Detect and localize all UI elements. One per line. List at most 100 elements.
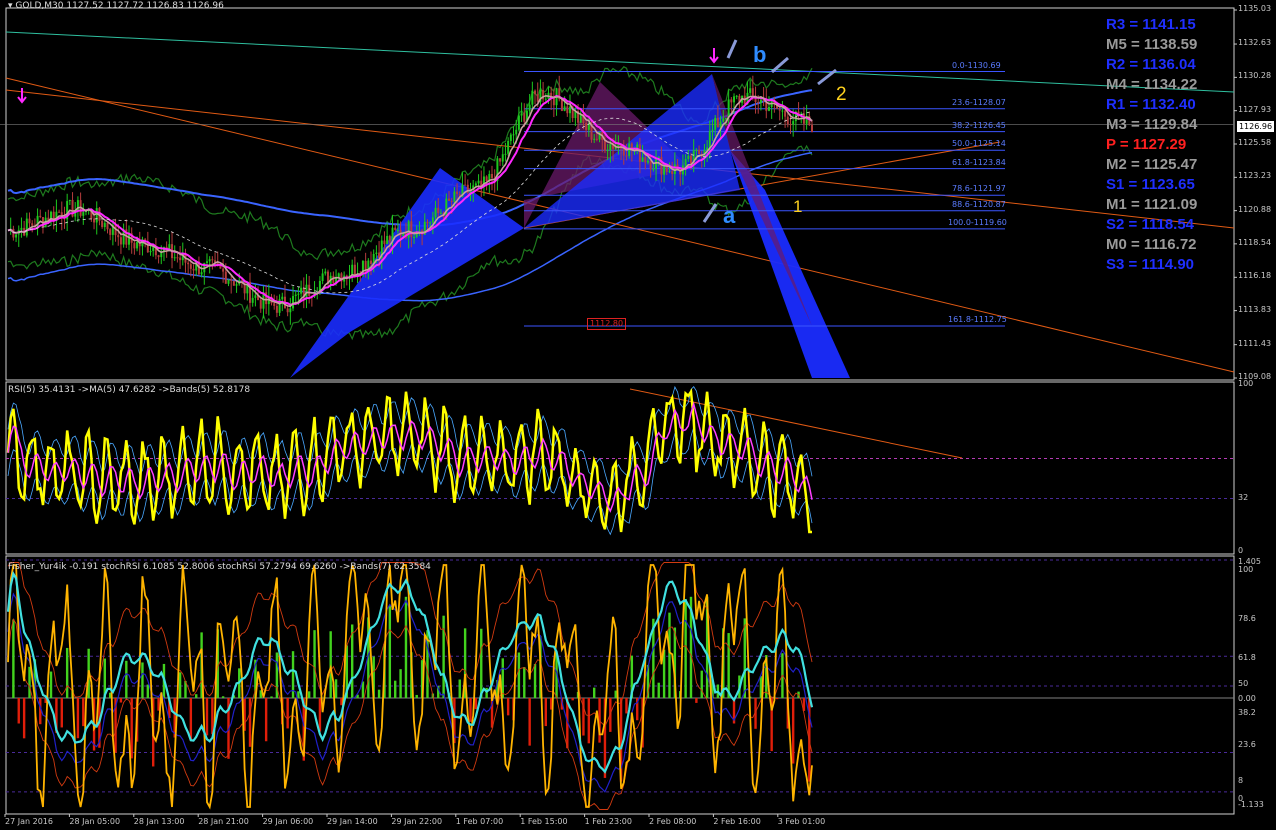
price-tick-label: 1123.23	[1238, 171, 1272, 181]
fisher-histogram-bar	[318, 698, 322, 732]
candle-body	[25, 218, 28, 236]
fisher-histogram-bar	[528, 698, 531, 746]
fisher-histogram-bar	[592, 687, 596, 698]
candle-body	[386, 235, 389, 245]
fisher-tick-label: 38.2	[1238, 708, 1256, 717]
fisher-histogram-bar	[211, 698, 214, 735]
fisher-histogram-bar	[571, 698, 574, 701]
fisher-histogram-bar	[743, 618, 746, 698]
fisher-histogram-bar	[404, 596, 408, 698]
candle-body	[778, 108, 781, 111]
symbol-label: GOLD,M30	[15, 1, 64, 11]
candle-body	[811, 124, 813, 133]
candle-body	[375, 252, 378, 254]
candle-body	[168, 244, 171, 249]
fib-label-3: 50.0-1125.14	[952, 139, 1006, 149]
fisher-histogram-bar	[65, 647, 69, 698]
candle-body	[176, 257, 179, 259]
candle-body	[523, 113, 526, 122]
candle-body	[109, 229, 112, 235]
fisher-histogram-bar	[334, 679, 338, 698]
candle-body	[544, 98, 547, 100]
candle-body	[205, 261, 208, 263]
candle-body	[383, 240, 386, 245]
fisher-histogram-bar	[22, 698, 26, 739]
candle-body	[426, 221, 429, 224]
dropdown-triangle-icon[interactable]: ▾	[8, 1, 13, 11]
rsi-band-lower	[7, 425, 813, 536]
candle-body	[671, 171, 674, 175]
fisher-histogram-bar	[264, 698, 268, 742]
time-tick-label: 29 Jan 14:00	[327, 817, 378, 826]
candle-body	[517, 115, 520, 130]
candle-body	[695, 149, 698, 151]
wave-arrow-icon	[726, 39, 738, 59]
candle-body	[211, 259, 214, 261]
fisher-histogram-bar	[313, 630, 316, 698]
wave-arrow-icon	[702, 203, 718, 223]
fisher-histogram-bar	[146, 684, 150, 698]
candle-body	[698, 149, 701, 155]
candle-body	[208, 259, 211, 262]
price-tick-label: 1120.88	[1238, 204, 1272, 214]
pivot-label: M3 = 1129.84	[1106, 116, 1198, 133]
candle-body	[593, 138, 596, 140]
price-tick-label: 1113.83	[1238, 304, 1272, 314]
fisher-histogram-bar	[394, 680, 397, 698]
rsi-tick-label: 32	[1238, 492, 1249, 502]
candle-body	[531, 90, 534, 105]
fisher-histogram-bar	[189, 698, 193, 741]
pivot-label: M2 = 1125.47	[1106, 156, 1198, 173]
candle-body	[28, 218, 31, 224]
candle-body	[192, 268, 195, 271]
fisher-histogram-bar	[307, 691, 311, 698]
fisher-histogram-bar	[614, 690, 617, 698]
candle-body	[152, 247, 155, 251]
fib-label-4: 61.8-1123.84	[952, 157, 1006, 167]
candle-body	[437, 207, 440, 214]
candle-body	[136, 241, 139, 249]
price-tick-label: 1132.63	[1238, 38, 1272, 48]
fib-label-8: 161.8-1112.75	[948, 314, 1007, 324]
fisher-histogram-bar	[684, 599, 687, 698]
candle-body	[644, 157, 647, 163]
fisher-tick-label: -1.133	[1238, 800, 1264, 809]
fib-label-0: 0.0-1130.69	[952, 60, 1001, 70]
candle-body	[786, 116, 789, 125]
time-tick-label: 1 Feb 23:00	[584, 817, 632, 826]
fisher-histogram-bar	[82, 698, 85, 727]
candle-body	[638, 144, 641, 162]
price-tick-label: 1127.93	[1238, 104, 1272, 114]
time-tick-label: 28 Jan 13:00	[133, 817, 185, 826]
candle-body	[759, 99, 762, 103]
candle-body	[566, 106, 569, 114]
candle-body	[95, 208, 98, 223]
pivot-label: M0 = 1116.72	[1106, 236, 1197, 253]
candle-body	[20, 227, 23, 230]
candle-body	[289, 308, 292, 313]
wave-label-1: 1	[793, 197, 803, 216]
candle-body	[133, 242, 136, 249]
fisher-histogram-bar	[248, 698, 252, 747]
candle-body	[464, 184, 467, 186]
time-tick-label: 27 Jan 2016	[5, 817, 53, 826]
candle-body	[520, 113, 523, 116]
candle-body	[552, 97, 555, 106]
pivot-label: S2 = 1118.54	[1106, 216, 1195, 233]
rsi-tick-label: 100	[1238, 379, 1254, 388]
time-tick-label: 2 Feb 16:00	[713, 817, 761, 826]
fisher-tick-label: 100	[1238, 565, 1254, 574]
candle-body	[711, 129, 714, 132]
pivot-label: R2 = 1136.04	[1106, 56, 1196, 73]
price-tick-label: 1130.28	[1238, 71, 1272, 81]
teal-trendline	[5, 31, 1235, 93]
fisher-histogram-bar	[668, 612, 671, 698]
fisher-histogram-bar	[329, 631, 332, 698]
candle-body	[735, 95, 738, 97]
candle-body	[415, 233, 418, 237]
pivot-label: M4 = 1134.22	[1106, 76, 1198, 93]
price-tick-label: 1125.58	[1238, 138, 1272, 147]
time-tick-label: 29 Jan 22:00	[391, 817, 443, 826]
fisher-histogram-bar	[517, 652, 521, 698]
candle-body	[663, 165, 666, 175]
